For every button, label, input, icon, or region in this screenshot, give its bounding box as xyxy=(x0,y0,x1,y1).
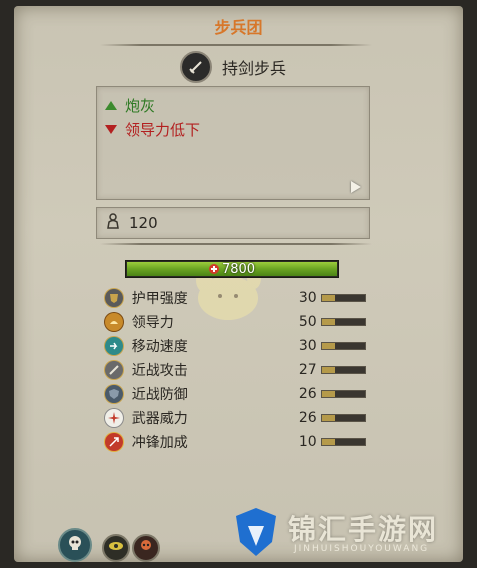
eye-ability-button[interactable] xyxy=(102,534,130,562)
stat-bar xyxy=(320,414,366,422)
stat-bar xyxy=(320,366,366,374)
trait-label: 炮灰 xyxy=(125,96,156,115)
charge-bonus-icon xyxy=(104,432,124,452)
stat-value: 50 xyxy=(298,314,317,330)
armor-icon xyxy=(104,288,124,308)
stat-value: 30 xyxy=(298,290,317,306)
health-value: 7800 xyxy=(221,261,256,277)
stat-value: 26 xyxy=(298,386,317,402)
stat-value: 27 xyxy=(298,362,317,378)
weapon-strength-icon xyxy=(104,408,124,428)
stat-row-melee-attack[interactable]: 近战攻击 27 xyxy=(104,358,366,382)
leadership-icon xyxy=(104,312,124,332)
speed-icon xyxy=(104,336,124,356)
separator xyxy=(100,243,372,245)
trait-negative[interactable]: 领导力低下 xyxy=(105,117,200,141)
stat-row-armor[interactable]: 护甲强度 30 xyxy=(104,286,366,310)
stat-label: 领导力 xyxy=(131,315,174,331)
men-count: 120 xyxy=(129,214,158,232)
expand-arrow-icon[interactable] xyxy=(351,181,361,193)
stat-bar-fill xyxy=(321,439,335,445)
stat-bar xyxy=(320,438,366,446)
trait-positive[interactable]: 炮灰 xyxy=(105,93,200,117)
traits-box: 炮灰 领导力低下 xyxy=(96,86,370,200)
skull-icon xyxy=(138,538,154,558)
triangle-up-icon xyxy=(105,100,117,110)
stat-value: 10 xyxy=(298,434,317,450)
stat-bar-fill xyxy=(321,295,335,301)
health-bar[interactable]: 7800 xyxy=(125,260,339,278)
stat-bar-fill xyxy=(321,367,335,373)
unit-header: 持剑步兵 xyxy=(180,51,287,83)
stat-row-speed[interactable]: 移动速度 30 xyxy=(104,334,366,358)
melee-defence-icon xyxy=(104,384,124,404)
triangle-down-icon xyxy=(105,124,117,134)
skull-icon xyxy=(66,534,84,556)
sword-icon[interactable] xyxy=(180,51,212,83)
stat-row-melee-defence[interactable]: 近战防御 26 xyxy=(104,382,366,406)
stat-label: 近战防御 xyxy=(131,387,188,403)
eye-icon xyxy=(108,538,124,558)
stat-bar xyxy=(320,390,366,398)
health-cross-icon xyxy=(208,264,219,274)
stat-bar-fill xyxy=(321,415,335,421)
skull-red-ability-button[interactable] xyxy=(132,534,160,562)
stat-label: 近战攻击 xyxy=(131,363,188,379)
stat-bar xyxy=(320,294,366,302)
stat-label: 冲锋加成 xyxy=(131,435,188,451)
stat-bar xyxy=(320,342,366,350)
stat-label: 护甲强度 xyxy=(131,291,188,307)
stat-bar xyxy=(320,318,366,326)
stat-row-charge-bonus[interactable]: 冲锋加成 10 xyxy=(104,430,366,454)
soldier-icon xyxy=(105,213,121,233)
panel-title: 步兵团 xyxy=(214,18,263,37)
stat-label: 移动速度 xyxy=(131,339,188,355)
stat-bar-fill xyxy=(321,319,335,325)
melee-attack-icon xyxy=(104,360,124,380)
stat-label: 武器威力 xyxy=(131,411,188,427)
separator xyxy=(100,44,372,46)
stat-bar-fill xyxy=(321,343,335,349)
unit-name: 持剑步兵 xyxy=(222,59,287,78)
stat-row-leadership[interactable]: 领导力 50 xyxy=(104,310,366,334)
stat-value: 30 xyxy=(298,338,317,354)
stat-bar-fill xyxy=(321,391,335,397)
stat-row-weapon-strength[interactable]: 武器威力 26 xyxy=(104,406,366,430)
trait-label: 领导力低下 xyxy=(125,120,201,139)
stat-value: 26 xyxy=(298,410,317,426)
skull-abilities-button[interactable] xyxy=(58,528,92,562)
men-count-box: 120 xyxy=(96,207,370,239)
stats-list: 护甲强度 30 领导力 50 移动速度 30 近战攻击 27 近战防御 26 武… xyxy=(104,286,366,454)
